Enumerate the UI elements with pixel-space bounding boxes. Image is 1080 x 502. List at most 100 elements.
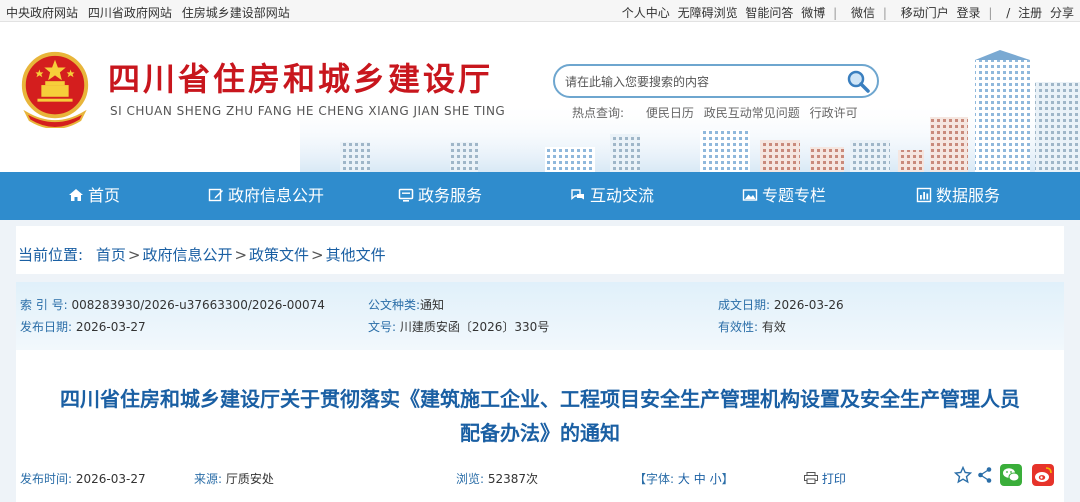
link-accessibility[interactable]: 无障碍浏览 <box>678 6 738 20</box>
meta-made-date: 成文日期: 2026-03-26 <box>718 296 844 313</box>
nav-item-label: 数据服务 <box>936 186 1001 205</box>
meta-validity: 有效性: 有效 <box>718 318 786 335</box>
link-smart-qa[interactable]: 智能问答 <box>745 6 793 20</box>
meta-publish-date: 发布日期: 2026-03-27 <box>20 318 146 335</box>
meta-type-key: 公文种类: <box>368 298 421 312</box>
nav-item-label: 政务服务 <box>418 186 483 205</box>
meta-made-key: 成文日期: <box>718 298 771 312</box>
nav-item-label: 首页 <box>88 186 121 205</box>
print-label: 打印 <box>821 472 846 486</box>
info-source-value: 厅质安处 <box>225 472 274 486</box>
nav-item-data[interactable]: 数据服务 <box>916 172 1000 220</box>
share-icon[interactable] <box>977 466 993 484</box>
document-panel: 索 引 号: 008283930/2026-u37663300/2026-000… <box>16 282 1064 502</box>
meta-index-key: 索 引 号: <box>20 298 68 312</box>
document-info-bar: 发布时间: 2026-03-27 来源: 厅质安处 浏览: 52387次 【字体… <box>16 464 1064 492</box>
hot-link-faq[interactable]: 政民互动常见问题 <box>704 106 800 120</box>
nav-item-label: 专题专栏 <box>762 186 827 205</box>
user-links: 个人中心 无障碍浏览 智能问答 微博 | 微信 | 移动门户 登录 | / 注册… <box>618 4 1074 21</box>
divider: | <box>988 6 993 20</box>
nav-item-label: 政府信息公开 <box>228 186 325 205</box>
breadcrumb-separator: > <box>234 246 248 264</box>
link-central-government[interactable]: 中央政府网站 <box>6 6 78 20</box>
favorite-star-icon[interactable] <box>954 466 972 484</box>
breadcrumb-policy-docs[interactable]: 政策文件 <box>249 246 309 264</box>
breadcrumb-separator: > <box>311 246 324 264</box>
meta-valid-value: 有效 <box>761 320 786 334</box>
info-source-key: 来源: <box>194 472 223 486</box>
print-button[interactable]: 打印 <box>804 470 846 487</box>
document-title-line: 配备办法》的通知 <box>460 421 620 445</box>
link-weibo[interactable]: 微博 <box>801 6 825 20</box>
info-views-key: 浏览: <box>456 472 485 486</box>
hot-link-calendar[interactable]: 便民日历 <box>646 106 694 120</box>
font-size-small[interactable]: 小 <box>710 472 722 486</box>
site-title: 四川省住房和城乡建设厅 <box>108 60 494 98</box>
chart-icon <box>916 187 932 203</box>
info-views-value: 52387次 <box>487 472 539 486</box>
print-icon <box>804 472 818 484</box>
meta-pub-value: 2026-03-27 <box>75 320 146 334</box>
search-input[interactable] <box>565 72 835 92</box>
hot-queries-label: 热点查询: <box>572 106 625 120</box>
nav-item-interaction[interactable]: 互动交流 <box>570 172 654 220</box>
nav-item-services[interactable]: 政务服务 <box>398 172 482 220</box>
nav-item-gov-info[interactable]: 政府信息公开 <box>208 172 324 220</box>
info-time-value: 2026-03-27 <box>75 472 146 486</box>
image-icon <box>742 189 758 201</box>
breadcrumb: 当前位置: 首页 > 政府信息公开 > 政策文件 > 其他文件 <box>16 226 1064 274</box>
link-personal-center[interactable]: 个人中心 <box>622 6 670 20</box>
chat-icon <box>571 189 584 200</box>
info-views: 浏览: 52387次 <box>456 470 538 487</box>
font-size-large[interactable]: 大 <box>678 472 690 486</box>
site-title-pinyin: SI CHUAN SHENG ZHU FANG HE CHENG XIANG J… <box>110 104 506 118</box>
meta-type-value: 通知 <box>420 298 445 312</box>
breadcrumb-separator: > <box>127 246 141 264</box>
link-register[interactable]: 注册 <box>1018 6 1042 20</box>
breadcrumb-other-docs[interactable]: 其他文件 <box>326 246 386 264</box>
meta-made-value: 2026-03-26 <box>773 298 844 312</box>
meta-pub-key: 发布日期: <box>20 320 73 334</box>
info-source: 来源: 厅质安处 <box>194 470 274 487</box>
external-links: 中央政府网站 四川省政府网站 住房城乡建设部网站 <box>6 4 296 21</box>
site-header: 四川省住房和城乡建设厅 SI CHUAN SHENG ZHU FANG HE C… <box>0 22 1080 172</box>
document-title: 四川省住房和城乡建设厅关于贯彻落实《建筑施工企业、工程项目安全生产管理机构设置及… <box>16 382 1064 450</box>
monitor-icon <box>398 188 414 202</box>
breadcrumb-gov-info[interactable]: 政府信息公开 <box>142 246 232 264</box>
meta-type: 公文种类:通知 <box>368 296 444 313</box>
link-login[interactable]: 登录 <box>957 6 981 20</box>
nav-item-home[interactable]: 首页 <box>68 172 120 220</box>
nav-item-topics[interactable]: 专题专栏 <box>742 172 826 220</box>
document-title-line: 四川省住房和城乡建设厅关于贯彻落实《建筑施工企业、工程项目安全生产管理机构设置及… <box>60 387 1020 411</box>
main-nav: 首页 政府信息公开 政务服务 互动交流 专题专栏 数据服务 <box>0 172 1080 220</box>
meta-doc-number: 文号: 川建质安函〔2026〕330号 <box>368 318 549 335</box>
info-time-key: 发布时间: <box>20 472 73 486</box>
national-emblem-icon <box>21 51 89 128</box>
meta-index-value: 008283930/2026-u37663300/2026-00074 <box>71 298 325 312</box>
info-publish-time: 发布时间: 2026-03-27 <box>20 470 146 487</box>
link-sichuan-government[interactable]: 四川省政府网站 <box>88 6 172 20</box>
search-box <box>553 64 879 98</box>
link-mobile-portal[interactable]: 移动门户 <box>901 6 949 20</box>
meta-index: 索 引 号: 008283930/2026-u37663300/2026-000… <box>20 296 325 313</box>
top-utility-bar: 中央政府网站 四川省政府网站 住房城乡建设部网站 个人中心 无障碍浏览 智能问答… <box>0 0 1080 22</box>
divider: | <box>882 6 887 20</box>
font-size-label: 【字体: <box>634 472 675 486</box>
divider: | <box>833 6 838 20</box>
breadcrumb-home[interactable]: 首页 <box>96 246 126 264</box>
slash-separator: / <box>1006 6 1011 20</box>
document-metadata: 索 引 号: 008283930/2026-u37663300/2026-000… <box>16 282 1064 350</box>
font-size-controls: 【字体: 大 中 小】 <box>634 470 734 487</box>
hot-link-license[interactable]: 行政许可 <box>810 106 858 120</box>
meta-num-value: 川建质安函〔2026〕330号 <box>399 320 550 334</box>
link-mohurd[interactable]: 住房城乡建设部网站 <box>182 6 290 20</box>
breadcrumb-label: 当前位置: <box>18 246 84 264</box>
font-size-medium[interactable]: 中 <box>694 472 706 486</box>
wechat-icon[interactable] <box>1000 464 1022 486</box>
weibo-icon[interactable] <box>1032 464 1054 486</box>
meta-valid-key: 有效性: <box>718 320 759 334</box>
edit-icon <box>208 188 223 202</box>
link-share[interactable]: 分享 <box>1050 6 1074 20</box>
search-icon[interactable] <box>845 68 871 94</box>
link-wechat[interactable]: 微信 <box>851 6 875 20</box>
